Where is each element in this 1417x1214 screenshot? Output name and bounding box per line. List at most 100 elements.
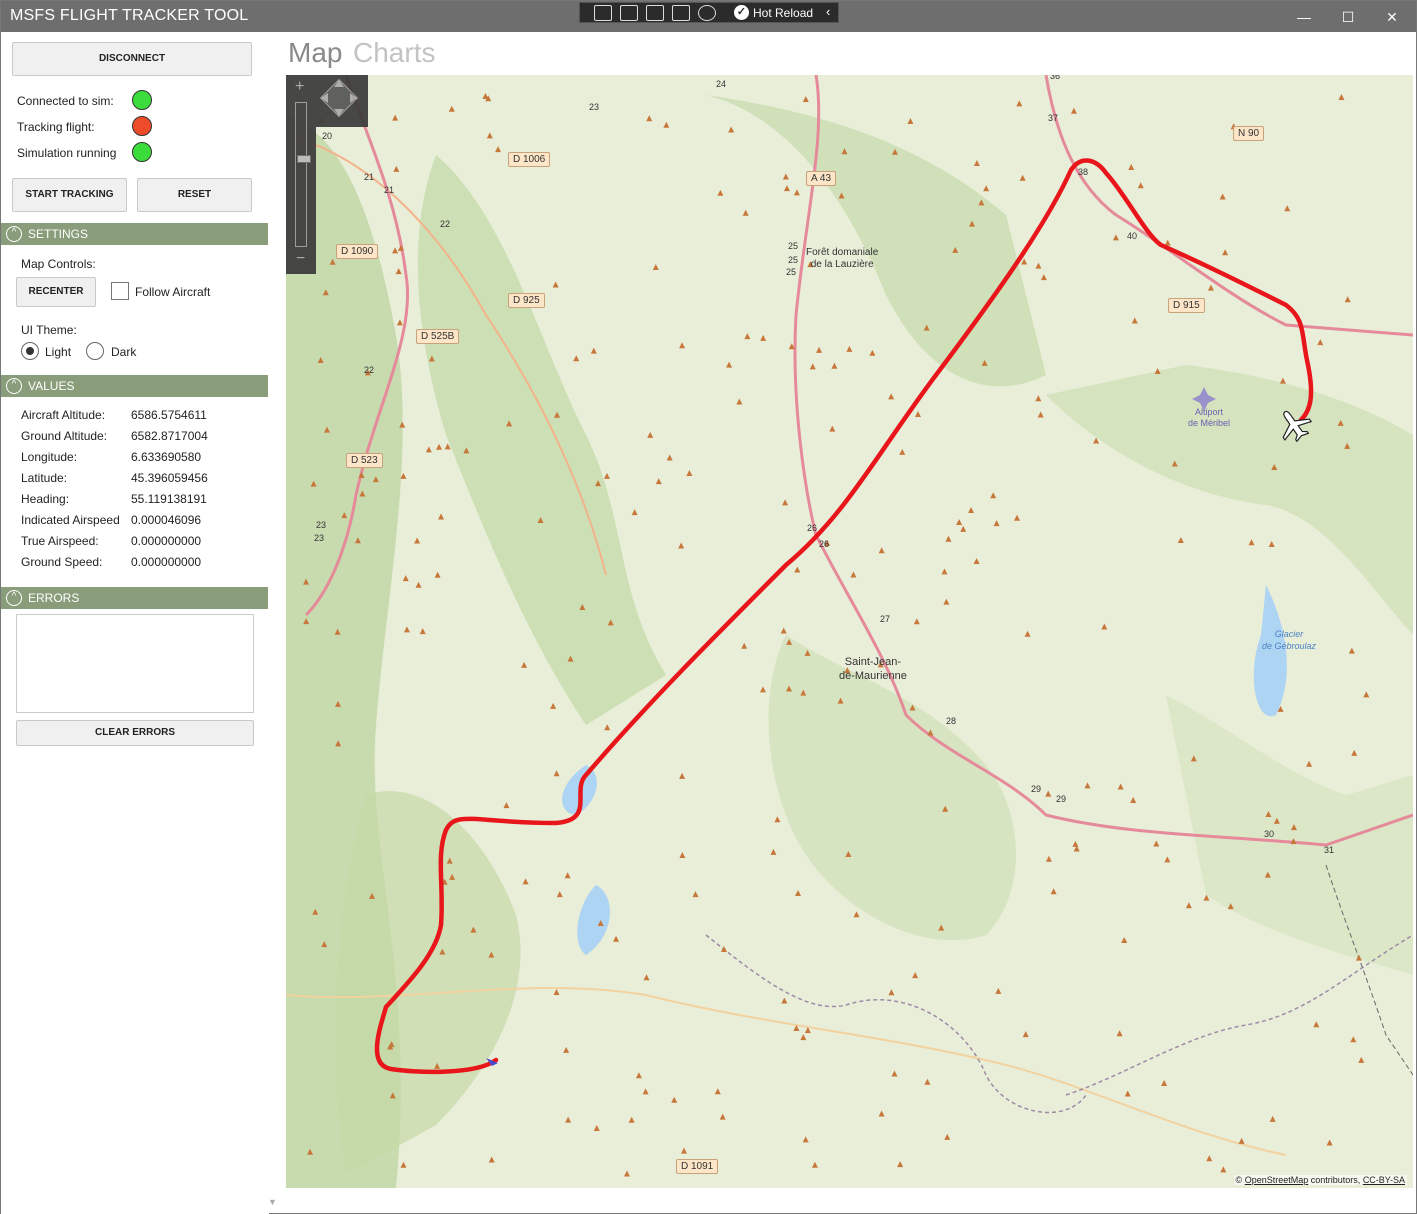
map-canvas xyxy=(286,75,1413,1188)
road-label: A 43 xyxy=(806,171,837,186)
clear-errors-button[interactable]: CLEAR ERRORS xyxy=(16,720,254,746)
zoom-control: + − xyxy=(286,75,316,274)
city-label-line2: de-Maurienne xyxy=(839,670,907,682)
chevron-up-icon: ^ xyxy=(6,378,22,394)
errors-textbox[interactable] xyxy=(16,614,254,713)
attribution-contributors: contributors, xyxy=(1310,1175,1361,1185)
city-label-line1: Saint-Jean- xyxy=(844,656,902,668)
openstreetmap-link[interactable]: OpenStreetMap xyxy=(1245,1175,1309,1185)
tab-charts[interactable]: Charts xyxy=(353,37,435,69)
value-label: Aircraft Altitude: xyxy=(21,408,106,422)
pan-control xyxy=(316,75,368,127)
altiport-label-line1: Altiport xyxy=(1195,407,1224,417)
value-label: Ground Speed: xyxy=(21,555,103,569)
theme-light-label[interactable]: Light xyxy=(45,345,71,359)
hot-reload-label[interactable]: Hot Reload xyxy=(753,6,813,20)
settings-header-label: SETTINGS xyxy=(28,227,89,241)
map-view[interactable]: D 1006 A 43 N 90 D 1090 D 925 D 525B D 523 D 91… xyxy=(286,75,1413,1188)
theme-dark-label[interactable]: Dark xyxy=(111,345,136,359)
value-reading: 6586.5754611 xyxy=(131,408,207,422)
road-number: 23 xyxy=(314,533,325,543)
xaml-debug-toolbar: ✓ Hot Reload ‹ xyxy=(579,2,839,23)
values-header-label: VALUES xyxy=(28,379,75,393)
pointer-icon[interactable] xyxy=(620,5,638,21)
values-header[interactable]: ^ VALUES xyxy=(1,375,268,397)
road-number: 22 xyxy=(364,365,375,375)
theme-dark-radio[interactable] xyxy=(86,342,104,360)
glacier-label-line2: de Gébroulaz xyxy=(1262,641,1317,651)
pan-arrows-icon[interactable] xyxy=(316,75,362,121)
close-button[interactable]: ✕ xyxy=(1374,4,1410,30)
road-number: 30 xyxy=(1264,829,1275,839)
map-attribution: © OpenStreetMap contributors, CC-BY-SA xyxy=(1233,1175,1407,1185)
value-reading: 55.119138191 xyxy=(131,492,207,506)
recenter-button[interactable]: RECENTER xyxy=(16,277,96,307)
connected-indicator xyxy=(132,90,152,110)
road-label: N 90 xyxy=(1233,126,1265,141)
road-number: 37 xyxy=(1048,113,1059,123)
road-number: 20 xyxy=(322,131,333,141)
road-number: 27 xyxy=(880,614,891,624)
zoom-out-button[interactable]: − xyxy=(296,250,305,268)
tracking-label: Tracking flight: xyxy=(17,120,95,134)
road-number: 40 xyxy=(1127,231,1138,241)
binding-failures-icon[interactable] xyxy=(698,5,716,21)
value-label: Longitude: xyxy=(21,450,78,464)
running-indicator xyxy=(132,142,152,162)
hot-reload-check-icon: ✓ xyxy=(734,5,749,20)
attribution-copyright: © xyxy=(1235,1175,1243,1185)
minimize-button[interactable]: — xyxy=(1286,4,1322,30)
collapse-toolbar-icon[interactable]: ‹ xyxy=(826,4,830,19)
track-focus-icon[interactable] xyxy=(672,5,690,21)
scroll-down-icon[interactable]: ▼ xyxy=(268,1197,277,1207)
value-label: Ground Altitude: xyxy=(21,429,108,443)
chevron-up-icon: ^ xyxy=(6,590,22,606)
forest-label-line1: Forêt domaniale xyxy=(806,247,879,258)
errors-header-label: ERRORS xyxy=(28,591,80,605)
start-tracking-button[interactable]: START TRACKING xyxy=(12,178,127,212)
zoom-slider-thumb[interactable] xyxy=(297,155,311,163)
running-label: Simulation running xyxy=(17,146,117,160)
zoom-in-button[interactable]: + xyxy=(295,78,304,96)
maximize-button[interactable]: ☐ xyxy=(1330,4,1366,30)
road-label: D 915 xyxy=(1168,298,1205,313)
road-label: D 1006 xyxy=(508,152,551,167)
road-number: 21 xyxy=(364,172,375,182)
settings-header[interactable]: ^ SETTINGS xyxy=(1,223,268,245)
disconnect-button[interactable]: DISCONNECT xyxy=(12,42,252,76)
theme-light-radio[interactable] xyxy=(21,342,39,360)
road-number: 26 xyxy=(807,523,818,533)
road-label: D 925 xyxy=(508,293,545,308)
sidebar: DISCONNECT Connected to sim: Tracking fl… xyxy=(1,32,269,1214)
errors-header[interactable]: ^ ERRORS xyxy=(1,587,268,609)
zoom-slider-track[interactable] xyxy=(295,102,307,247)
app-window: MSFS FLIGHT TRACKER TOOL ✓ Hot Reload ‹ … xyxy=(0,0,1417,1214)
road-number: 29 xyxy=(1056,794,1067,804)
altiport-label-line2: de Méribel xyxy=(1188,418,1231,428)
road-label: D 523 xyxy=(346,453,383,468)
select-element-icon[interactable] xyxy=(594,5,612,21)
follow-aircraft-checkbox[interactable] xyxy=(111,282,129,300)
tracking-indicator xyxy=(132,116,152,136)
road-number: 24 xyxy=(716,79,727,89)
forest-label: Forêt domaniale de la Lauzière xyxy=(806,247,878,271)
tab-map[interactable]: Map xyxy=(288,37,342,69)
value-reading: 45.396059456 xyxy=(131,471,208,485)
connected-label: Connected to sim: xyxy=(17,94,114,108)
glacier-label: Glacier de Gébroulaz xyxy=(1262,628,1316,652)
road-label: D 1090 xyxy=(336,244,379,259)
road-number: 25 xyxy=(786,267,797,277)
altiport-label: Altiport de Méribel xyxy=(1188,407,1230,429)
follow-aircraft-label[interactable]: Follow Aircraft xyxy=(135,285,210,299)
license-link[interactable]: CC-BY-SA xyxy=(1363,1175,1405,1185)
road-label: D 525B xyxy=(416,329,460,344)
road-number: 28 xyxy=(946,716,957,726)
road-number: 25 xyxy=(788,241,799,251)
layout-adorners-icon[interactable] xyxy=(646,5,664,21)
value-reading: 6.633690580 xyxy=(131,450,202,464)
reset-button[interactable]: RESET xyxy=(137,178,252,212)
road-number: 38 xyxy=(1078,167,1089,177)
road-number: 36 xyxy=(1050,75,1061,81)
map-controls-label: Map Controls: xyxy=(21,257,96,271)
value-reading: 0.000046096 xyxy=(131,513,202,527)
